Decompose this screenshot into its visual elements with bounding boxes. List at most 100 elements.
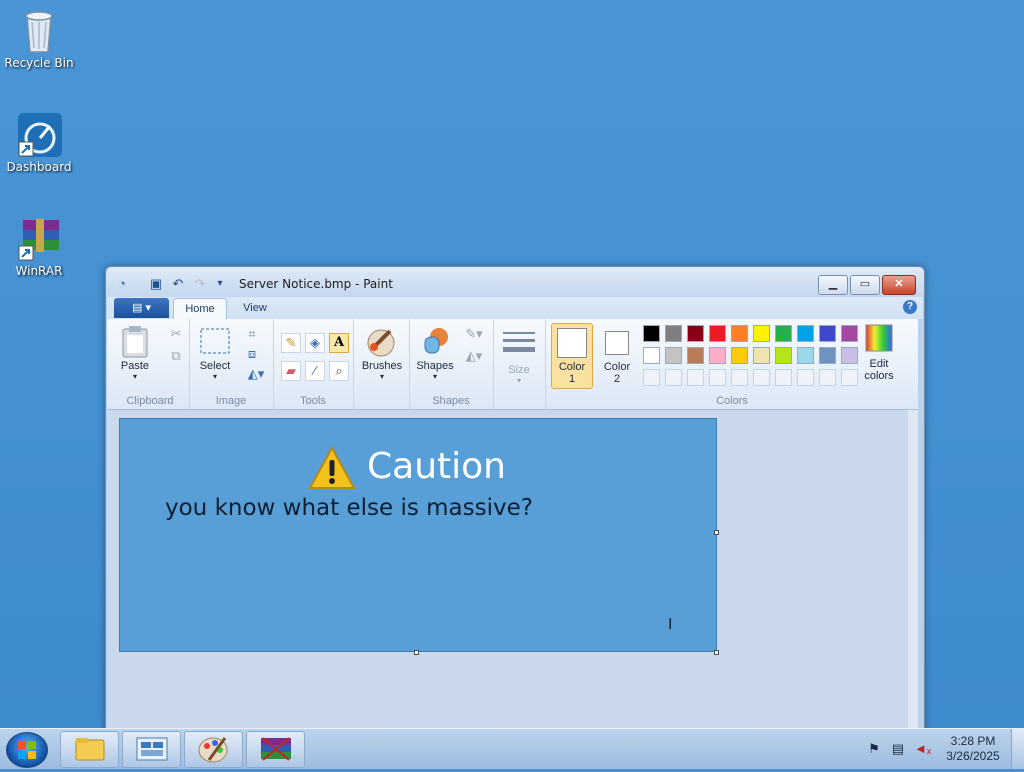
minimize-button[interactable]: ▁ [818, 275, 848, 295]
taskbar-paint[interactable] [184, 731, 243, 768]
palette-swatch[interactable] [709, 325, 726, 342]
resize-icon[interactable]: ⧈ [243, 345, 261, 363]
palette-swatch[interactable] [665, 347, 682, 364]
palette-swatch[interactable] [775, 325, 792, 342]
tab-view[interactable]: View [231, 298, 279, 319]
clock[interactable]: 3:28 PM 3/26/2025 [940, 734, 1006, 764]
custom-color-slot[interactable] [665, 369, 682, 386]
desktop-icon-recycle-bin[interactable]: Recycle Bin [1, 8, 77, 70]
desktop-icon-dashboard[interactable]: Dashboard [1, 112, 77, 174]
palette-swatch[interactable] [841, 325, 858, 342]
canvas-area[interactable]: Caution you know what else is massive? I [107, 410, 918, 729]
minimize-icon: ▁ [828, 278, 838, 290]
taskbar-winrar[interactable] [246, 731, 305, 768]
size-button[interactable]: Size ▾ [501, 329, 537, 385]
palette-swatch[interactable] [643, 347, 660, 364]
paint-app-icon[interactable]: ◔ [114, 276, 130, 292]
close-icon: ✕ [894, 278, 904, 290]
palette-swatch[interactable] [797, 347, 814, 364]
palette-swatch[interactable] [665, 325, 682, 342]
maximize-button[interactable]: ▭ [850, 275, 880, 295]
desktop-icon-winrar[interactable]: WinRAR [1, 216, 77, 278]
color2-button[interactable]: Color 2 [597, 323, 637, 385]
palette-swatch[interactable] [775, 347, 792, 364]
palette-swatch[interactable] [731, 325, 748, 342]
palette-swatch[interactable] [753, 347, 770, 364]
crop-icon[interactable]: ⌗ [243, 325, 261, 343]
color-picker-icon[interactable]: ⁄ [305, 361, 325, 381]
taskbar-file-explorer[interactable] [60, 731, 119, 768]
help-icon[interactable]: ? [903, 300, 917, 314]
resize-handle-bottom[interactable] [414, 650, 419, 655]
color1-button[interactable]: Color 1 [551, 323, 593, 389]
start-button[interactable] [6, 732, 48, 768]
close-button[interactable]: ✕ [882, 275, 916, 295]
palette-swatch[interactable] [797, 325, 814, 342]
caution-message: you know what else is massive? [165, 495, 533, 521]
palette-swatch[interactable] [709, 347, 726, 364]
select-button[interactable]: Select ▾ [197, 325, 233, 381]
winrar-icon [17, 216, 61, 261]
pencil-icon[interactable]: ✎ [281, 333, 301, 353]
custom-color-slot[interactable] [687, 369, 704, 386]
color1-number: 1 [568, 373, 576, 385]
brushes-button[interactable]: Brushes ▾ [361, 325, 403, 381]
custom-color-slot[interactable] [819, 369, 836, 386]
custom-color-slot[interactable] [841, 369, 858, 386]
palette-swatch[interactable] [841, 347, 858, 364]
custom-color-slot[interactable] [643, 369, 660, 386]
redo-icon[interactable]: ↷ [192, 276, 208, 292]
drawing-canvas[interactable]: Caution you know what else is massive? I [119, 418, 717, 652]
color1-label: Color [558, 361, 586, 373]
copy-icon[interactable]: ⧉ [167, 347, 185, 365]
custom-color-slot[interactable] [731, 369, 748, 386]
tab-home[interactable]: Home [173, 298, 227, 320]
color1-swatch [557, 328, 587, 358]
rotate-icon[interactable]: ◭▾ [243, 365, 269, 383]
edit-colors-icon [863, 323, 895, 355]
resize-handle-right[interactable] [714, 530, 719, 535]
caution-heading: Caution [367, 446, 506, 487]
magnifier-icon[interactable]: ⌕ [329, 361, 349, 381]
cut-icon[interactable]: ✂ [167, 325, 185, 343]
action-center-flag-icon[interactable]: ⚑ [866, 741, 882, 757]
palette-swatch[interactable] [731, 347, 748, 364]
undo-icon[interactable]: ↶ [170, 276, 186, 292]
shapes-icon [419, 325, 451, 357]
eraser-icon[interactable]: ▰ [281, 361, 301, 381]
paint-menu-button[interactable]: ▤ ▾ [114, 298, 169, 318]
custom-color-slot[interactable] [797, 369, 814, 386]
shapes-group: Shapes ▾ ✎▾ ◭▾ Shapes [409, 319, 494, 409]
palette-swatch[interactable] [687, 325, 704, 342]
customize-toolbar-chevron-icon[interactable]: ▾ [212, 276, 228, 292]
show-desktop-button[interactable] [1011, 729, 1024, 769]
paste-button[interactable]: Paste ▾ [117, 325, 153, 381]
taskbar-dashboard[interactable] [122, 731, 181, 768]
palette-swatch[interactable] [753, 325, 770, 342]
save-icon[interactable]: ▣ [148, 276, 164, 292]
custom-color-slot[interactable] [753, 369, 770, 386]
shapes-button[interactable]: Shapes ▾ [415, 325, 455, 381]
edit-colors-button[interactable]: Edit colors [857, 323, 901, 382]
fill-shape-icon[interactable]: ◭▾ [461, 347, 487, 365]
recycle-bin-label: Recycle Bin [4, 56, 74, 70]
volume-muted-icon[interactable]: ◄ₓ [914, 741, 931, 757]
dashboard-icon [17, 112, 62, 157]
palette-swatch[interactable] [819, 347, 836, 364]
brushes-icon [366, 325, 398, 357]
network-icon[interactable]: ▤ [890, 741, 906, 757]
title-bar[interactable]: ◔ ▣ ↶ ↷ ▾ Server Notice.bmp - Paint ▁ ▭ … [106, 267, 924, 297]
custom-color-slot[interactable] [709, 369, 726, 386]
menu-icon: ▤ ▾ [132, 302, 151, 314]
color2-label: Color [603, 361, 631, 373]
resize-handle-corner[interactable] [714, 650, 719, 655]
vertical-scrollbar[interactable] [908, 410, 918, 729]
palette-swatch[interactable] [687, 347, 704, 364]
fill-icon[interactable]: ◈ [305, 333, 325, 353]
text-icon[interactable]: A [329, 333, 349, 353]
palette-swatch[interactable] [643, 325, 660, 342]
outline-icon[interactable]: ✎▾ [461, 325, 487, 343]
tools-group-label: Tools [300, 395, 326, 407]
custom-color-slot[interactable] [775, 369, 792, 386]
palette-swatch[interactable] [819, 325, 836, 342]
